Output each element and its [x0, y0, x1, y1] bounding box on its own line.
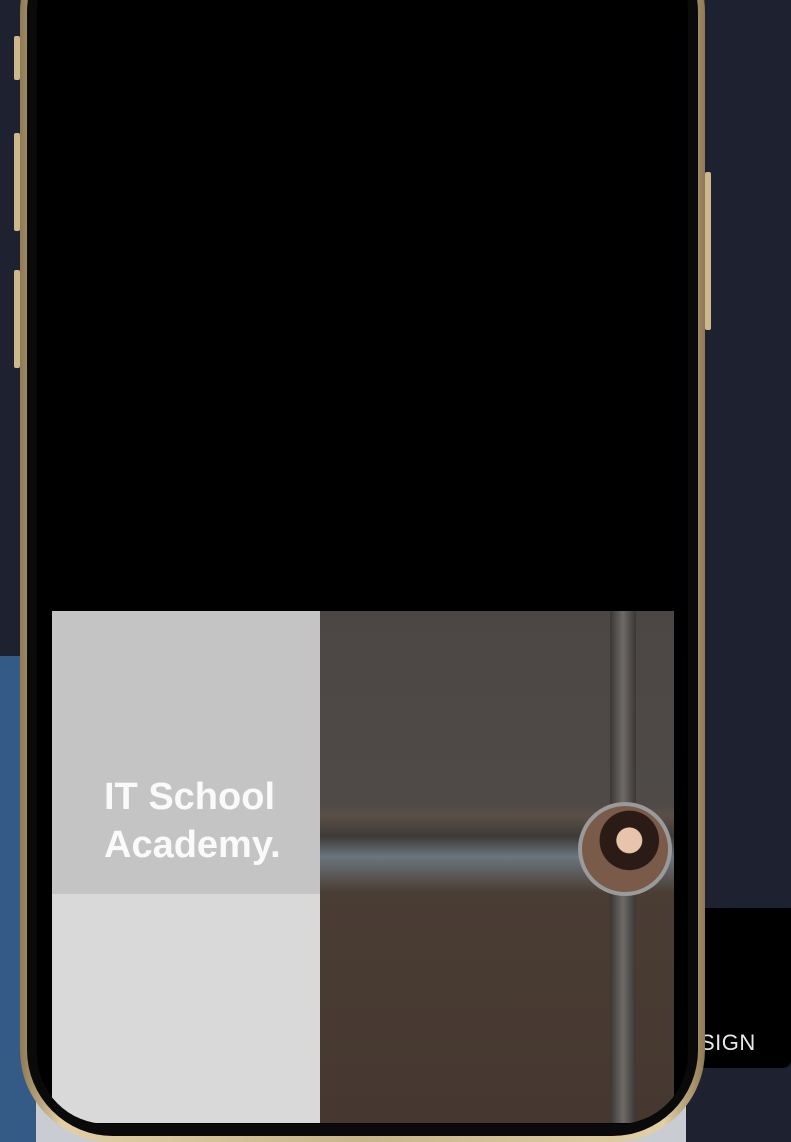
- light-tile: [52, 894, 320, 1123]
- brand-title-line-1: IT School: [104, 776, 275, 818]
- side-button-volume-up: [14, 133, 20, 231]
- phone-screen: IT School Academy.: [37, 0, 688, 1124]
- brand-tile: IT School Academy.: [52, 611, 320, 894]
- brand-title-line-2: Academy.: [104, 824, 281, 866]
- sign-label[interactable]: SIGN: [700, 1030, 756, 1056]
- user-avatar-icon[interactable]: [578, 802, 672, 896]
- side-button-mute: [14, 36, 20, 80]
- side-button-volume-down: [14, 270, 20, 368]
- side-button-power: [705, 172, 711, 330]
